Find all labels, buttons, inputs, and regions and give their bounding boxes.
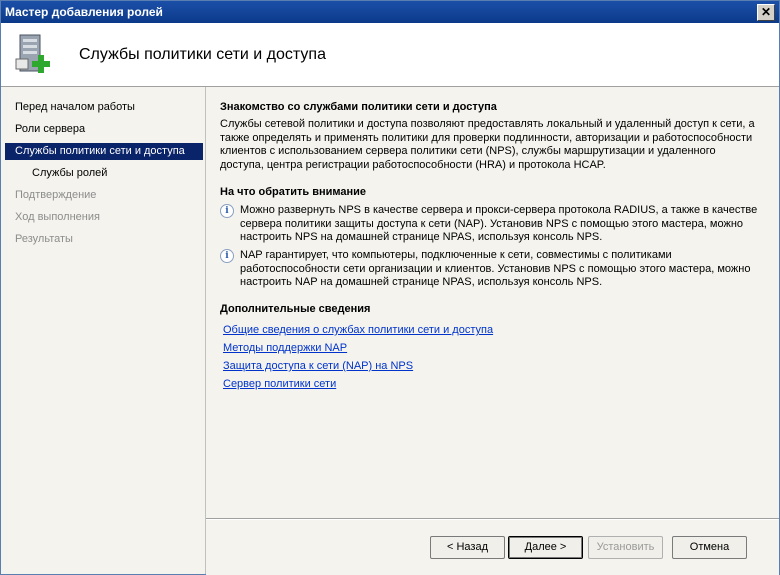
step-network-policy-access[interactable]: Службы политики сети и доступа [5,143,203,160]
step-confirmation: Подтверждение [15,189,97,201]
step-progress: Ход выполнения [15,211,100,223]
link-network-policy-server[interactable]: Сервер политики сети [223,378,336,390]
wizard-header: Службы политики сети и доступа [1,23,779,87]
info-icon: i [220,249,234,263]
note-text: Можно развернуть NPS в качестве сервера … [240,204,758,243]
close-icon[interactable]: ✕ [757,4,775,21]
server-add-icon [15,34,50,73]
step-results: Результаты [15,233,73,245]
wizard-content: Знакомство со службами политики сети и д… [206,87,779,519]
wizard-steps-sidebar: Перед началом работы Роли сервера Службы… [1,87,206,574]
wizard-footer: < Назад Далее > Установить Отмена [206,519,779,575]
step-before-you-begin[interactable]: Перед началом работы [1,99,203,116]
step-role-services[interactable]: Службы ролей [1,165,203,182]
link-nap-on-nps[interactable]: Защита доступа к сети (NAP) на NPS [223,360,413,372]
link-nap-methods[interactable]: Методы поддержки NAP [223,342,347,354]
page-title: Службы политики сети и доступа [79,46,326,63]
back-button[interactable]: < Назад [430,536,505,559]
more-info-heading: Дополнительные сведения [220,303,371,315]
window-title: Мастер добавления ролей [5,5,163,19]
step-server-roles[interactable]: Роли сервера [1,121,203,138]
install-button[interactable]: Установить [588,536,663,559]
wizard-window: Мастер добавления ролей ✕ Службы политик… [0,0,780,575]
cancel-button[interactable]: Отмена [672,536,747,559]
link-nps-overview[interactable]: Общие сведения о службах политики сети и… [223,324,493,336]
next-button[interactable]: Далее > [508,536,583,559]
info-icon: i [220,204,234,218]
notes-heading: На что обратить внимание [220,186,367,198]
title-bar[interactable]: Мастер добавления ролей ✕ [1,1,779,23]
note-text: NAP гарантирует, что компьютеры, подключ… [240,249,751,288]
intro-heading: Знакомство со службами политики сети и д… [220,101,497,113]
intro-text: Службы сетевой политики и доступа позвол… [220,118,755,171]
